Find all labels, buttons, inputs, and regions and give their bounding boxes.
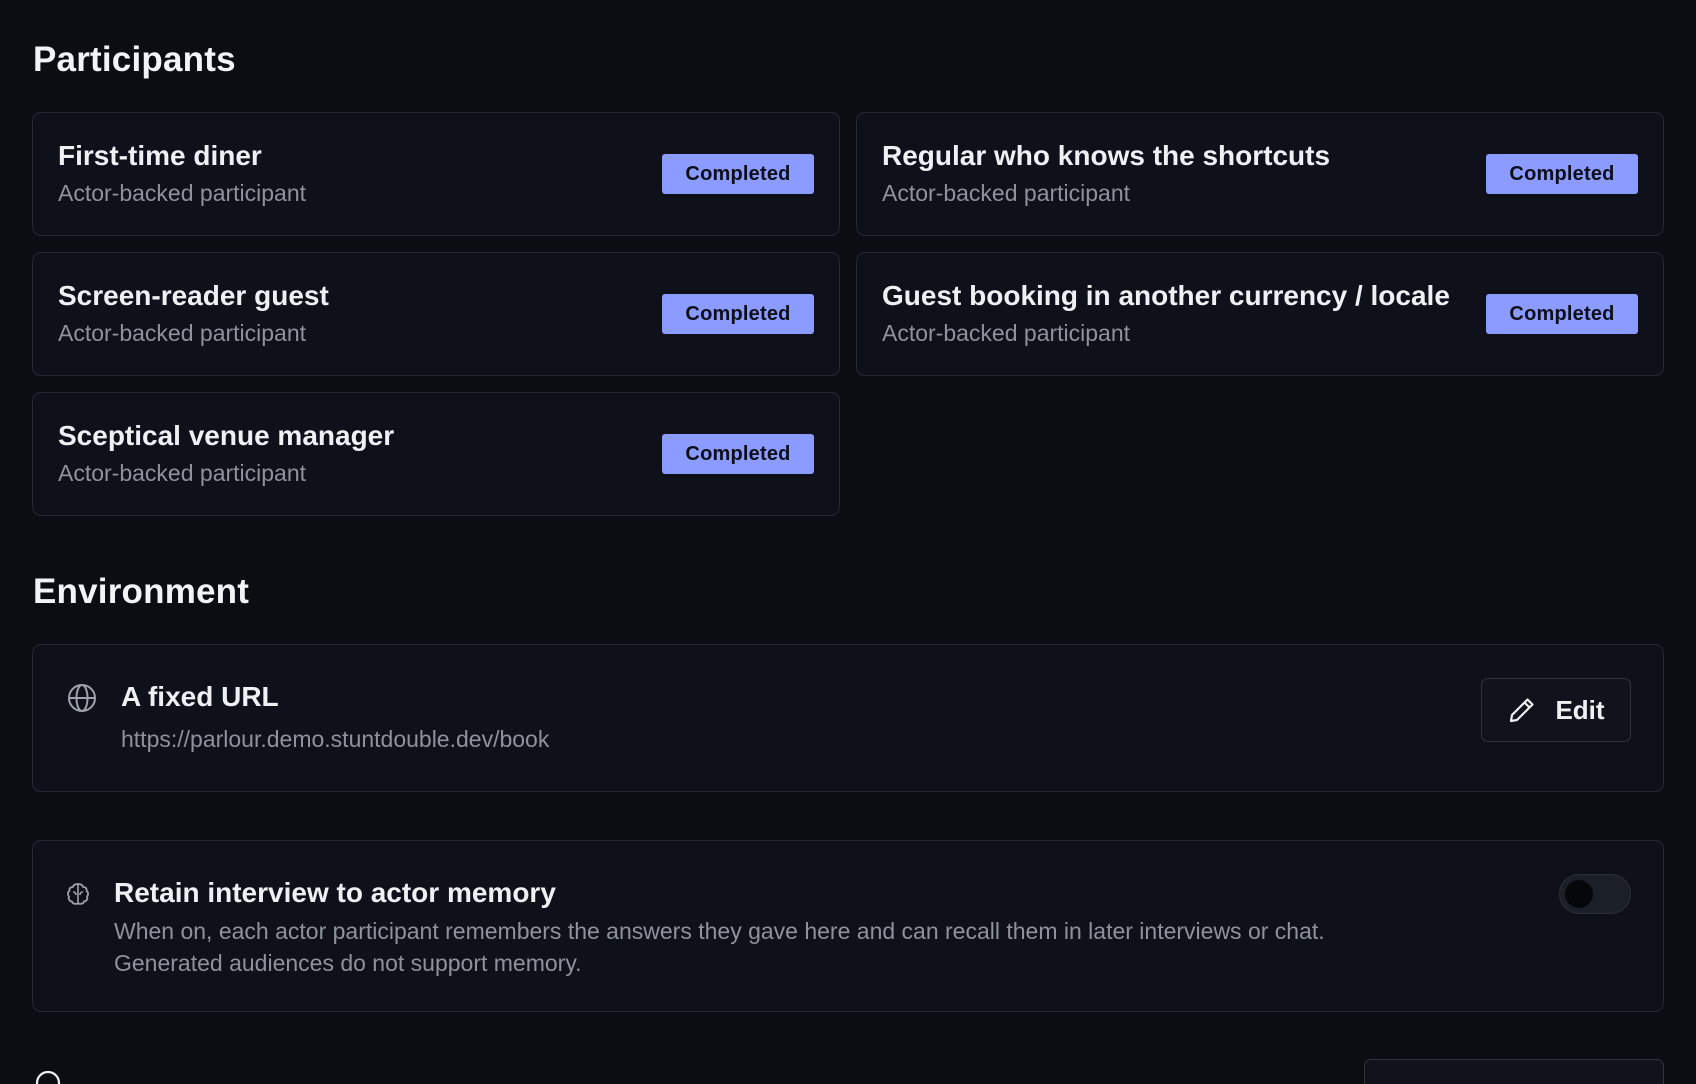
edit-button-label: Edit [1555, 694, 1605, 725]
status-badge: Completed [662, 154, 814, 194]
status-badge: Completed [1486, 154, 1638, 194]
globe-icon [68, 684, 96, 712]
next-section-heading [33, 1068, 63, 1084]
toggle-knob [1565, 880, 1593, 908]
participants-heading: Participants [33, 40, 236, 79]
participant-type: Actor-backed participant [882, 320, 1131, 346]
environment-url: https://parlour.demo.stuntdouble.dev/boo… [121, 726, 550, 752]
memory-description-line: When on, each actor participant remember… [114, 918, 1325, 944]
memory-toggle[interactable] [1559, 874, 1631, 914]
participant-card[interactable]: Sceptical venue manager Actor-backed par… [32, 392, 840, 516]
memory-title: Retain interview to actor memory [114, 877, 556, 908]
page: Participants First-time diner Actor-back… [0, 0, 1696, 1084]
participant-type: Actor-backed participant [882, 180, 1131, 206]
pencil-icon [1510, 698, 1535, 723]
status-badge: Completed [662, 434, 814, 474]
brain-icon [67, 883, 89, 905]
edit-button[interactable]: Edit [1481, 678, 1631, 742]
participant-name: First-time diner [58, 140, 262, 171]
participant-name: Guest booking in another currency / loca… [882, 280, 1450, 311]
participant-card[interactable]: Screen-reader guest Actor-backed partici… [32, 252, 840, 376]
participant-type: Actor-backed participant [58, 460, 307, 486]
environment-heading: Environment [33, 572, 250, 611]
memory-description-line: Generated audiences do not support memor… [114, 950, 582, 976]
status-badge: Completed [1486, 294, 1638, 334]
participant-name: Sceptical venue manager [58, 420, 395, 451]
environment-type: A fixed URL [121, 681, 279, 712]
participant-card[interactable]: First-time diner Actor-backed participan… [32, 112, 840, 236]
history-icon [35, 1070, 61, 1084]
status-badge: Completed [662, 294, 814, 334]
environment-card: A fixed URL https://parlour.demo.stuntdo… [32, 644, 1664, 792]
participant-card[interactable]: Regular who knows the shortcuts Actor-ba… [856, 112, 1664, 236]
memory-card: Retain interview to actor memory When on… [32, 840, 1664, 1012]
participant-type: Actor-backed participant [58, 320, 307, 346]
next-section-button[interactable] [1364, 1059, 1664, 1084]
participant-name: Regular who knows the shortcuts [882, 140, 1331, 171]
participant-type: Actor-backed participant [58, 180, 307, 206]
memory-description: When on, each actor participant remember… [114, 915, 1494, 979]
participant-name: Screen-reader guest [58, 280, 329, 311]
participant-card[interactable]: Guest booking in another currency / loca… [856, 252, 1664, 376]
